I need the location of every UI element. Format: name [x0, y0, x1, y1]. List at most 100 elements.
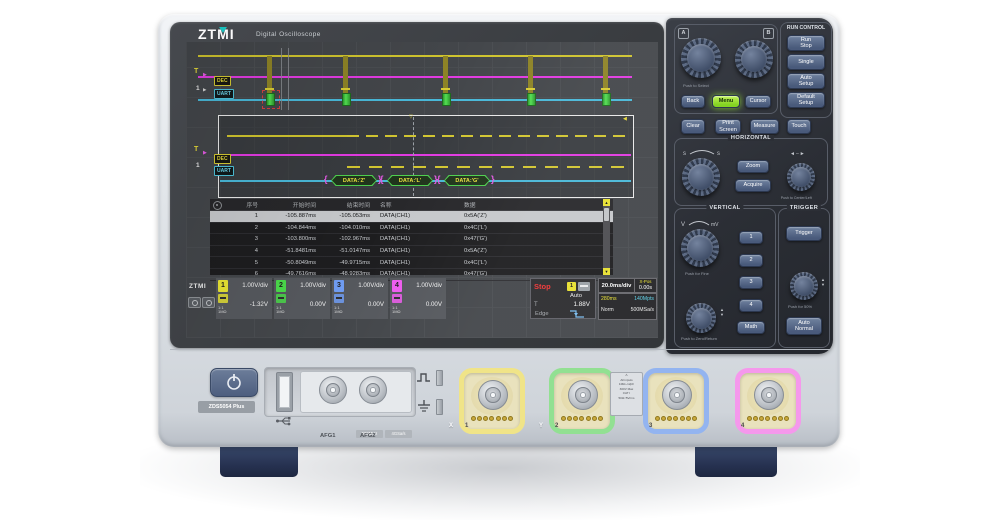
touch-button[interactable]: Touch — [787, 119, 811, 134]
channel-2-button[interactable]: 2 — [739, 254, 763, 267]
table-row[interactable]: 4-51.8481ms-51.0147msDATA(CH1)0x5A('Z') — [210, 246, 613, 258]
vertical-scale-knob[interactable] — [681, 229, 719, 267]
single-button[interactable]: Single — [787, 54, 825, 70]
afg1-label: AFG1 — [320, 433, 335, 439]
brand-triangle-icon — [219, 27, 227, 33]
table-cell: 0x5A('Z') — [460, 213, 613, 219]
channel-1-bnc[interactable] — [459, 368, 525, 434]
timebase-status-block[interactable]: 20.0ms/div X-Pos 0.00s 280ms 140Mpts Nor… — [598, 278, 656, 319]
print-screen-button[interactable]: Print Screen — [715, 119, 741, 134]
channel-number-label: 4 — [741, 423, 744, 429]
channel-status-block[interactable]: 31.00V/div0.00V1:1 1MΩ — [332, 278, 388, 319]
fifty-percent-hint: Push for 50% — [788, 304, 812, 309]
uart-data-pulse — [442, 93, 451, 106]
multipurpose-knob-a[interactable] — [681, 38, 721, 78]
channel-number-label: 1 — [465, 423, 468, 429]
table-row[interactable]: 1-105.887ms-105.053msDATA(CH1)0x5A('Z') — [210, 211, 613, 223]
trigger-marker[interactable]: T — [194, 68, 198, 75]
contact-dot — [753, 416, 758, 421]
channel-status-block[interactable]: 21.00V/div0.00V1:1 1MΩ — [274, 278, 330, 319]
decode-brace-icon: } — [491, 174, 495, 185]
trigger-menu-button[interactable]: Trigger — [786, 226, 822, 241]
math-button[interactable]: Math — [737, 321, 765, 334]
bnc-connector-icon — [478, 380, 508, 410]
trigger-source-badge: 1 — [567, 282, 576, 291]
table-scrollbar[interactable]: ▲ ▼ — [603, 199, 610, 275]
horizontal-position-knob[interactable] — [787, 163, 815, 191]
table-row[interactable]: 3-103.800ms-102.967msDATA(CH1)0x47('G') — [210, 234, 613, 246]
usb-icon — [275, 416, 293, 427]
table-row[interactable]: 2-104.844ms-104.010msDATA(CH1)0x4C('L') — [210, 223, 613, 235]
svg-text:s: s — [683, 151, 686, 157]
afg2-connector[interactable] — [359, 376, 387, 404]
contact-dot — [747, 416, 752, 421]
decode-brace-icon: { — [437, 174, 441, 185]
oscilloscope-body: ZTMI Digital Oscilloscope ◀ T ▶ DEC 1 ▶ … — [158, 14, 840, 447]
scroll-thumb[interactable] — [604, 208, 609, 221]
channel-3-bnc[interactable] — [643, 368, 709, 434]
acquire-button[interactable]: Acquire — [735, 179, 771, 192]
auto-normal-button[interactable]: Auto Normal — [786, 317, 822, 335]
zoom-button[interactable]: Zoom — [737, 160, 769, 173]
channel-status-block[interactable]: 11.00V/div-1.32V1:1 1MΩ — [216, 278, 272, 319]
channel-offset: 0.00V — [426, 301, 442, 308]
brand-subtitle: Digital Oscilloscope — [256, 31, 321, 38]
table-cell: DATA(CH1) — [376, 248, 460, 254]
dec-bus-tag[interactable]: DEC — [214, 76, 231, 86]
table-cell: 1 — [224, 213, 264, 219]
channel-1-button[interactable]: 1 — [739, 231, 763, 244]
decode-table[interactable]: 序号开始时间结束时间名称数据 1-105.887ms-105.053msDATA… — [210, 199, 613, 275]
contact-dot — [489, 416, 494, 421]
trigger-status-block[interactable]: Stop 1 Auto T 1.88V Edge — [530, 278, 596, 319]
cursor-button[interactable]: Cursor — [745, 95, 771, 108]
channel-status-block[interactable]: 41.00V/div0.00V1:1 1MΩ — [390, 278, 446, 319]
table-row[interactable]: 5-50.8049ms-49.9715msDATA(CH1)0x4C('L') — [210, 257, 613, 269]
channel-4-button[interactable]: 4 — [739, 299, 763, 312]
touch-drag-icon[interactable] — [202, 297, 215, 308]
channel-4-bnc[interactable] — [735, 368, 801, 434]
screen-logo: ZTMI — [189, 283, 206, 290]
menu-button[interactable]: Menu — [712, 95, 740, 108]
back-button[interactable]: Back — [681, 95, 705, 108]
scroll-down-icon[interactable]: ▼ — [603, 268, 610, 275]
power-button[interactable] — [210, 368, 258, 397]
measure-button[interactable]: Measure — [750, 119, 779, 134]
ground-terminal[interactable] — [436, 399, 443, 415]
trigger-level-value: 1.88V — [574, 301, 590, 308]
multipurpose-knob-b[interactable] — [735, 40, 773, 78]
timebase-value[interactable]: 20.0ms/div — [598, 278, 635, 293]
run-stop-button[interactable]: Run Stop — [787, 35, 825, 51]
table-cell: DATA(CH1) — [376, 225, 460, 231]
contact-dot — [502, 416, 507, 421]
auto-setup-button[interactable]: Auto Setup — [787, 73, 825, 89]
brand-logo: ZTMI — [198, 26, 235, 42]
timebase-knob[interactable] — [682, 158, 720, 196]
channel-2-bnc[interactable] — [549, 368, 615, 434]
trigger-level-knob[interactable] — [790, 272, 818, 300]
probe-comp-terminal[interactable] — [436, 370, 443, 386]
clear-button[interactable]: Clear — [681, 119, 705, 134]
uart-bus-tag[interactable]: UART — [214, 89, 234, 99]
usb-port[interactable] — [276, 372, 293, 412]
acquisition-state[interactable]: Stop — [534, 282, 551, 291]
probe-ratio-impedance: 1:1 1MΩ — [218, 306, 227, 315]
channel-scale: 1.00V/div — [300, 282, 326, 289]
run-control-title: RUN CONTROL — [787, 25, 825, 31]
decode-tick — [601, 88, 610, 90]
trigger-type: Edge — [535, 311, 549, 317]
horizontal-section: HORIZONTAL s s Zoom Acquire ◄–► Push to … — [674, 138, 828, 206]
uart-data-label: DATA:'L' — [387, 175, 433, 186]
afg1-connector[interactable] — [319, 376, 347, 404]
default-setup-button[interactable]: Default Setup — [787, 92, 825, 108]
hpos-knob-hint: Push to Center/Left — [781, 195, 812, 200]
channel-3-button[interactable]: 3 — [739, 276, 763, 289]
table-cell: 0x5A('Z') — [460, 248, 613, 254]
afg2-label: AFG2 — [360, 433, 375, 439]
touch-gesture-icon[interactable] — [188, 297, 201, 308]
contact-dot — [655, 416, 660, 421]
scroll-up-icon[interactable]: ▲ — [603, 199, 610, 206]
vertical-position-knob[interactable] — [686, 303, 716, 333]
trigger-position-icon[interactable]: ▽ — [409, 114, 413, 120]
screen[interactable]: T ▶ DEC 1 ▶ UART ▽ ◀ {DATA:'Z'}{DATA:'L'… — [186, 42, 658, 338]
channel1-marker[interactable]: 1 — [196, 85, 200, 92]
